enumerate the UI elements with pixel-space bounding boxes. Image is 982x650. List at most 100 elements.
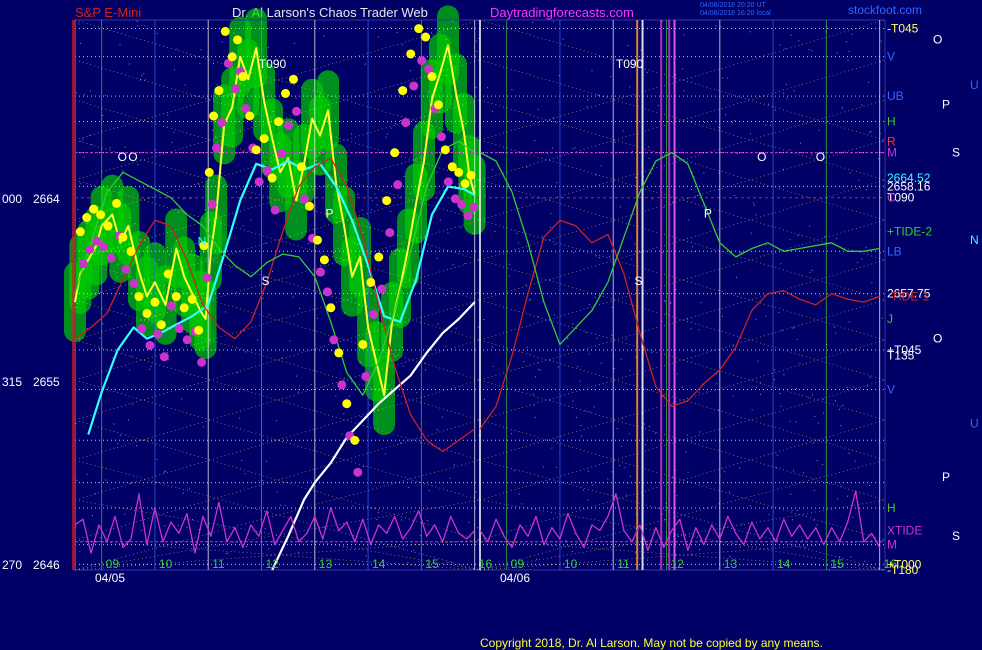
field-dot bbox=[476, 50, 478, 52]
field-dot bbox=[719, 475, 721, 477]
high-marker bbox=[96, 210, 106, 220]
field-dot bbox=[789, 149, 791, 151]
field-dot bbox=[458, 309, 460, 310]
field-dot bbox=[377, 36, 379, 38]
field-dot bbox=[620, 206, 621, 208]
high-marker bbox=[204, 167, 214, 177]
field-dot bbox=[785, 48, 787, 50]
field-dot bbox=[262, 480, 264, 482]
field-dot bbox=[691, 553, 693, 555]
field-dot bbox=[642, 233, 644, 235]
low-marker bbox=[153, 329, 163, 339]
field-dot bbox=[612, 355, 614, 357]
field-dot bbox=[293, 42, 295, 44]
field-dot bbox=[719, 541, 721, 543]
field-dot bbox=[681, 386, 683, 388]
field-dot bbox=[642, 495, 644, 497]
field-dot bbox=[526, 346, 528, 348]
field-dot bbox=[670, 303, 672, 305]
field-dot bbox=[365, 555, 367, 557]
field-dot bbox=[99, 337, 101, 339]
field-dot bbox=[760, 393, 761, 395]
field-dot bbox=[516, 232, 518, 234]
high-marker bbox=[440, 145, 450, 155]
high-marker bbox=[75, 227, 85, 237]
field-dot bbox=[442, 416, 443, 418]
high-marker bbox=[194, 325, 204, 335]
field-dot bbox=[384, 453, 386, 455]
field-dot bbox=[76, 479, 78, 481]
field-dot bbox=[572, 252, 574, 254]
high-marker bbox=[398, 86, 408, 96]
field-dot bbox=[521, 503, 523, 505]
date-label-day2: 04/06 bbox=[500, 571, 530, 585]
field-dot bbox=[881, 141, 883, 142]
field-dot bbox=[145, 79, 146, 81]
field-dot bbox=[391, 127, 393, 129]
right-level-label: C bbox=[887, 191, 896, 205]
high-marker bbox=[366, 277, 376, 287]
field-dot bbox=[741, 523, 743, 525]
field-dot bbox=[796, 509, 798, 511]
field-dot bbox=[765, 244, 767, 246]
field-dot bbox=[281, 357, 283, 359]
high-marker bbox=[374, 252, 384, 262]
field-dot bbox=[529, 299, 531, 301]
field-dot bbox=[610, 76, 612, 78]
field-dot bbox=[532, 21, 534, 23]
field-dot bbox=[403, 176, 405, 177]
high-marker bbox=[214, 86, 224, 96]
field-dot bbox=[533, 404, 535, 406]
field-dot bbox=[733, 194, 735, 196]
field-dot bbox=[478, 38, 480, 39]
field-dot bbox=[664, 519, 665, 521]
field-dot bbox=[811, 50, 813, 52]
field-dot bbox=[826, 344, 828, 345]
field-dot bbox=[244, 473, 246, 475]
field-dot bbox=[621, 417, 623, 419]
field-dot bbox=[484, 398, 485, 400]
field-dot bbox=[141, 74, 143, 76]
right-level-label: H bbox=[887, 501, 896, 515]
chart-annotation: O bbox=[118, 150, 127, 164]
field-dot bbox=[124, 146, 126, 148]
field-dot bbox=[244, 330, 246, 332]
site-link[interactable]: Daytradingforecasts.com bbox=[490, 5, 634, 20]
field-dot bbox=[371, 209, 372, 211]
field-dot bbox=[847, 495, 848, 497]
field-dot bbox=[651, 351, 653, 353]
field-dot bbox=[351, 133, 353, 135]
field-dot bbox=[335, 395, 337, 397]
field-dot bbox=[183, 198, 185, 200]
field-dot bbox=[791, 509, 793, 511]
field-dot bbox=[295, 375, 297, 377]
field-dot bbox=[795, 421, 797, 423]
field-dot bbox=[262, 297, 264, 299]
field-dot bbox=[759, 382, 761, 384]
field-dot bbox=[553, 21, 554, 23]
high-marker bbox=[296, 162, 306, 172]
low-marker bbox=[443, 177, 453, 187]
field-dot bbox=[642, 176, 644, 177]
high-marker bbox=[82, 213, 92, 223]
field-dot bbox=[250, 219, 252, 221]
field-dot bbox=[165, 151, 167, 153]
field-dot bbox=[437, 323, 439, 325]
field-dot bbox=[594, 297, 596, 298]
field-dot bbox=[409, 192, 411, 194]
field-dot bbox=[700, 302, 702, 304]
field-dot bbox=[589, 29, 591, 31]
high-marker bbox=[150, 297, 160, 307]
field-dot bbox=[227, 552, 229, 554]
field-dot bbox=[204, 209, 206, 211]
field-dot bbox=[158, 189, 160, 191]
field-dot bbox=[341, 433, 343, 435]
field-dot bbox=[873, 566, 875, 568]
field-dot bbox=[665, 506, 667, 508]
field-dot bbox=[82, 138, 84, 140]
field-dot bbox=[848, 51, 850, 53]
field-dot bbox=[541, 236, 543, 238]
left-tick-prefix-1: 315 bbox=[2, 375, 22, 389]
low-marker bbox=[463, 211, 473, 221]
field-dot bbox=[644, 423, 645, 425]
